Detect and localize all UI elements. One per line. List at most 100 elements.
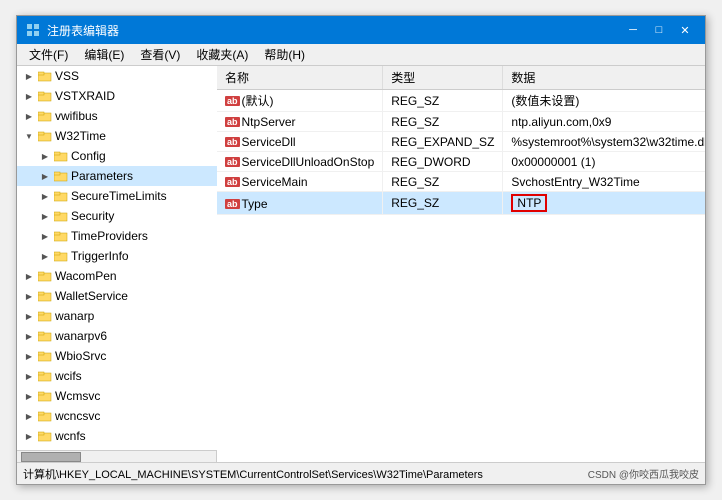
tree-panel[interactable]: VSS VSTXRAID vwifibus W32Time Config Paramete… bbox=[17, 66, 217, 450]
folder-icon bbox=[37, 368, 53, 384]
tree-label: Config bbox=[71, 149, 106, 163]
reg-name: ab Type bbox=[217, 192, 383, 215]
reg-type: REG_SZ bbox=[383, 112, 503, 132]
tree-label: Security bbox=[71, 209, 114, 223]
tree-expander[interactable] bbox=[21, 68, 37, 84]
tree-item[interactable]: wcnfs bbox=[17, 426, 217, 446]
tree-hscrollbar[interactable] bbox=[17, 450, 216, 462]
tree-label: SecureTimeLimits bbox=[71, 189, 167, 203]
folder-icon bbox=[53, 168, 69, 184]
tree-label: wcncsvc bbox=[55, 409, 100, 423]
tree-expander[interactable] bbox=[37, 188, 53, 204]
tree-item[interactable]: vwifibus bbox=[17, 106, 217, 126]
tree-item[interactable]: TriggerInfo bbox=[17, 246, 217, 266]
tree-expander[interactable] bbox=[21, 328, 37, 344]
ab-icon: ab bbox=[225, 199, 240, 209]
folder-icon bbox=[37, 88, 53, 104]
tree-expander[interactable] bbox=[21, 288, 37, 304]
table-row[interactable]: ab ServiceDllUnloadOnStop REG_DWORD0x0000… bbox=[217, 152, 705, 172]
folder-icon bbox=[37, 308, 53, 324]
folder-icon bbox=[37, 288, 53, 304]
tree-expander[interactable] bbox=[21, 88, 37, 104]
main-window: 注册表编辑器 ─ □ ✕ 文件(F)编辑(E)查看(V)收藏夹(A)帮助(H) … bbox=[16, 15, 706, 485]
tree-expander[interactable] bbox=[37, 228, 53, 244]
tree-expander[interactable] bbox=[37, 148, 53, 164]
folder-icon bbox=[37, 128, 53, 144]
tree-label: TriggerInfo bbox=[71, 249, 129, 263]
tree-item[interactable]: VSTXRAID bbox=[17, 86, 217, 106]
reg-type: REG_SZ bbox=[383, 192, 503, 215]
reg-name: ab ServiceDll bbox=[217, 132, 383, 152]
folder-icon bbox=[53, 148, 69, 164]
tree-item[interactable]: Config bbox=[17, 146, 217, 166]
tree-label: WbioSrvc bbox=[55, 349, 106, 363]
tree-item[interactable]: WalletService bbox=[17, 286, 217, 306]
reg-type-icon: ab ServiceDllUnloadOnStop bbox=[225, 155, 374, 169]
tree-expander[interactable] bbox=[37, 208, 53, 224]
tree-label: W32Time bbox=[55, 129, 106, 143]
tree-label: Parameters bbox=[71, 169, 133, 183]
tree-expander[interactable] bbox=[21, 108, 37, 124]
reg-type-icon: ab Type bbox=[225, 197, 268, 211]
reg-name: ab (默认) bbox=[217, 90, 383, 112]
menu-item[interactable]: 收藏夹(A) bbox=[188, 44, 256, 65]
tree-item[interactable]: WacomPen bbox=[17, 266, 217, 286]
reg-type: REG_SZ bbox=[383, 172, 503, 192]
col-name: 名称 bbox=[217, 66, 383, 90]
reg-type: REG_DWORD bbox=[383, 152, 503, 172]
maximize-button[interactable]: □ bbox=[647, 20, 671, 40]
tree-expander[interactable] bbox=[37, 248, 53, 264]
folder-icon bbox=[37, 108, 53, 124]
menu-item[interactable]: 文件(F) bbox=[21, 44, 76, 65]
tree-item[interactable]: SecureTimeLimits bbox=[17, 186, 217, 206]
table-row[interactable]: ab TypeREG_SZNTP bbox=[217, 192, 705, 215]
tree-expander[interactable] bbox=[21, 428, 37, 444]
col-type: 类型 bbox=[383, 66, 503, 90]
tree-label: VSTXRAID bbox=[55, 89, 115, 103]
tree-label: Wcmsvc bbox=[55, 389, 100, 403]
folder-icon bbox=[53, 228, 69, 244]
tree-item[interactable]: W32Time bbox=[17, 126, 217, 146]
reg-data: ntp.aliyun.com,0x9 bbox=[503, 112, 705, 132]
tree-item[interactable]: WbioSrvc bbox=[17, 346, 217, 366]
tree-item[interactable]: Parameters bbox=[17, 166, 217, 186]
folder-icon bbox=[37, 268, 53, 284]
menu-item[interactable]: 帮助(H) bbox=[256, 44, 313, 65]
close-button[interactable]: ✕ bbox=[673, 20, 697, 40]
tree-item[interactable]: Wcmsvc bbox=[17, 386, 217, 406]
table-row[interactable]: ab NtpServer REG_SZntp.aliyun.com,0x9 bbox=[217, 112, 705, 132]
tree-expander[interactable] bbox=[21, 368, 37, 384]
ab-icon: ab bbox=[225, 177, 240, 187]
tree-item[interactable]: wcncsvc bbox=[17, 406, 217, 426]
tree-expander[interactable] bbox=[21, 388, 37, 404]
tree-item[interactable]: TimeProviders bbox=[17, 226, 217, 246]
reg-type-icon: ab (默认) bbox=[225, 92, 274, 109]
table-row[interactable]: ab (默认)REG_SZ(数值未设置) bbox=[217, 90, 705, 112]
reg-type: REG_EXPAND_SZ bbox=[383, 132, 503, 152]
folder-icon bbox=[53, 208, 69, 224]
tree-expander[interactable] bbox=[37, 168, 53, 184]
menu-item[interactable]: 查看(V) bbox=[132, 44, 188, 65]
ab-icon: ab bbox=[225, 96, 240, 106]
reg-name: ab ServiceDllUnloadOnStop bbox=[217, 152, 383, 172]
tree-expander[interactable] bbox=[21, 408, 37, 424]
reg-data: SvchostEntry_W32Time bbox=[503, 172, 705, 192]
tree-expander[interactable] bbox=[21, 128, 37, 144]
tree-expander[interactable] bbox=[21, 268, 37, 284]
tree-item[interactable]: wcifs bbox=[17, 366, 217, 386]
content-area: VSS VSTXRAID vwifibus W32Time Config Paramete… bbox=[17, 66, 705, 462]
reg-data: 0x00000001 (1) bbox=[503, 152, 705, 172]
col-data: 数据 bbox=[503, 66, 705, 90]
menu-item[interactable]: 编辑(E) bbox=[76, 44, 132, 65]
tree-expander[interactable] bbox=[21, 308, 37, 324]
table-row[interactable]: ab ServiceMainREG_SZSvchostEntry_W32Time bbox=[217, 172, 705, 192]
tree-item[interactable]: VSS bbox=[17, 66, 217, 86]
minimize-button[interactable]: ─ bbox=[621, 20, 645, 40]
folder-icon bbox=[37, 68, 53, 84]
tree-item[interactable]: wanarp bbox=[17, 306, 217, 326]
table-row[interactable]: ab ServiceDllREG_EXPAND_SZ%systemroot%\s… bbox=[217, 132, 705, 152]
tree-item[interactable]: Security bbox=[17, 206, 217, 226]
tree-expander[interactable] bbox=[21, 348, 37, 364]
tree-item[interactable]: wanarpv6 bbox=[17, 326, 217, 346]
reg-type-icon: ab NtpServer bbox=[225, 115, 296, 129]
